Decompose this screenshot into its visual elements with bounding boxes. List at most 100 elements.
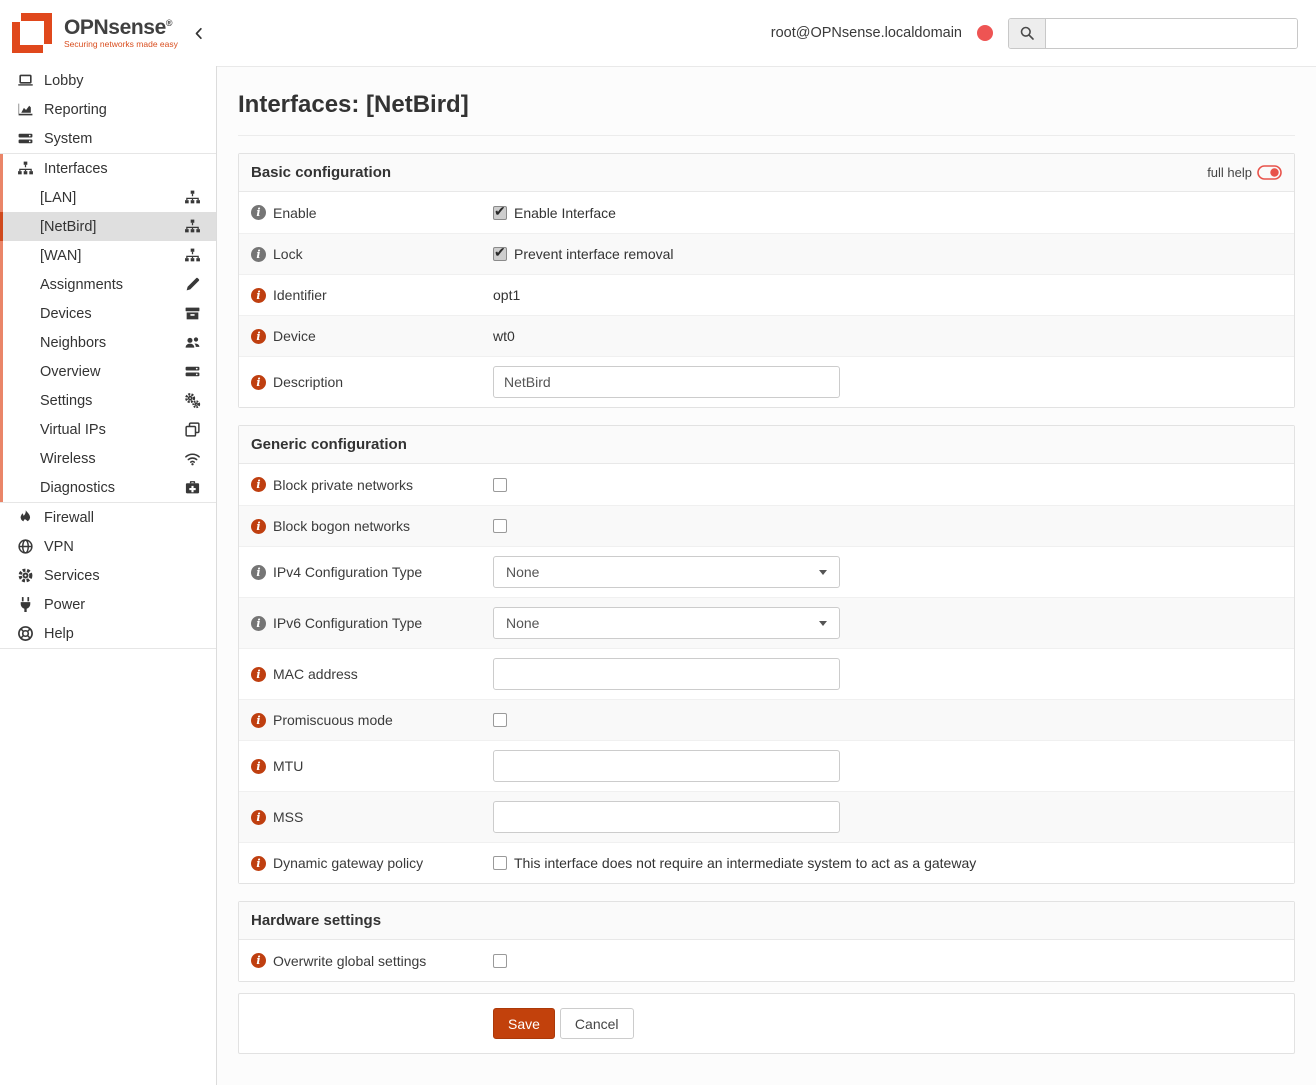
info-icon[interactable]: i	[251, 667, 266, 682]
sidebar-item-help[interactable]: Help	[0, 619, 216, 648]
sidebar-item-lan[interactable]: [LAN]	[0, 183, 216, 212]
ipv4-config-type-select[interactable]: None	[493, 556, 840, 588]
mac-address-input[interactable]	[493, 658, 840, 690]
mtu-input[interactable]	[493, 750, 840, 782]
archive-icon	[182, 305, 202, 322]
checkbox-label: Enable Interface	[514, 205, 616, 221]
form-row-mtu: i MTU	[239, 740, 1294, 791]
sidebar-item-neighbors[interactable]: Neighbors	[0, 328, 216, 357]
sidebar-item-assignments[interactable]: Assignments	[0, 270, 216, 299]
sidebar-item-firewall[interactable]: Firewall	[0, 503, 216, 532]
info-icon[interactable]: i	[251, 375, 266, 390]
brand-tagline: Securing networks made easy	[64, 40, 178, 49]
info-icon[interactable]: i	[251, 953, 266, 968]
sidebar-item-power[interactable]: Power	[0, 590, 216, 619]
search-icon	[1009, 19, 1046, 48]
plug-icon	[15, 596, 35, 613]
sidebar-item-wan[interactable]: [WAN]	[0, 241, 216, 270]
field-label: MTU	[273, 758, 303, 774]
full-help-toggle[interactable]: full help	[1207, 165, 1282, 180]
form-row-dynamic-gateway: iDynamic gateway policy This interface d…	[239, 842, 1294, 883]
save-button[interactable]: Save	[493, 1008, 555, 1039]
logged-in-user: root@OPNsense.localdomain	[771, 25, 962, 41]
ipv6-config-type-select[interactable]: None	[493, 607, 840, 639]
users-icon	[182, 334, 202, 351]
chart-area-icon	[15, 101, 35, 118]
block-private-checkbox[interactable]	[493, 478, 507, 492]
field-label: Identifier	[273, 287, 327, 303]
sitemap-icon	[15, 160, 35, 177]
caret-down-icon	[819, 621, 827, 626]
field-label: Lock	[273, 246, 303, 262]
description-input[interactable]	[493, 366, 840, 398]
info-icon[interactable]: i	[251, 519, 266, 534]
form-row-enable: iEnable Enable Interface	[239, 192, 1294, 233]
wifi-icon	[182, 450, 202, 467]
sidebar-item-virtual-ips[interactable]: Virtual IPs	[0, 415, 216, 444]
laptop-icon	[15, 72, 35, 89]
search-input[interactable]	[1046, 19, 1297, 48]
sidebar-item-interfaces[interactable]: Interfaces	[0, 154, 216, 183]
info-icon[interactable]: i	[251, 288, 266, 303]
collapse-sidebar-icon[interactable]	[192, 26, 207, 41]
brand-text: OPNsense® Securing networks made easy	[64, 17, 178, 49]
sidebar-item-devices[interactable]: Devices	[0, 299, 216, 328]
form-row-promiscuous: iPromiscuous mode	[239, 699, 1294, 740]
field-label: Device	[273, 328, 316, 344]
basic-configuration-panel: Basic configuration full help iEnable En…	[238, 153, 1295, 408]
sidebar-item-system[interactable]: System	[0, 124, 216, 153]
enable-interface-checkbox[interactable]	[493, 206, 507, 220]
prevent-removal-checkbox[interactable]	[493, 247, 507, 261]
section-title: Hardware settings	[251, 912, 381, 929]
selected-value: None	[506, 615, 539, 631]
server-icon	[15, 130, 35, 147]
info-icon[interactable]: i	[251, 759, 266, 774]
overwrite-global-checkbox[interactable]	[493, 954, 507, 968]
sidebar-item-netbird[interactable]: [NetBird]	[0, 212, 216, 241]
sidebar-item-services[interactable]: Services	[0, 561, 216, 590]
toggle-on-icon	[1257, 165, 1282, 180]
panel-header: Hardware settings	[239, 902, 1294, 940]
field-label: MAC address	[273, 666, 358, 682]
info-icon[interactable]: i	[251, 329, 266, 344]
gears-icon	[182, 392, 202, 409]
promiscuous-mode-checkbox[interactable]	[493, 713, 507, 727]
info-icon[interactable]: i	[251, 810, 266, 825]
form-row-block-bogon: iBlock bogon networks	[239, 505, 1294, 546]
dynamic-gateway-checkbox[interactable]	[493, 856, 507, 870]
info-icon[interactable]: i	[251, 616, 266, 631]
checkbox-label: Prevent interface removal	[514, 246, 674, 262]
form-row-mss: i MSS	[239, 791, 1294, 842]
field-label: Dynamic gateway policy	[273, 855, 423, 871]
generic-configuration-panel: Generic configuration iBlock private net…	[238, 425, 1295, 884]
search-box	[1008, 18, 1298, 49]
status-indicator-dot[interactable]	[977, 25, 993, 41]
sidebar-item-overview[interactable]: Overview	[0, 357, 216, 386]
fire-icon	[15, 509, 35, 526]
info-icon[interactable]: i	[251, 477, 266, 492]
sidebar-item-settings[interactable]: Settings	[0, 386, 216, 415]
pencil-icon	[182, 276, 202, 293]
form-row-ipv6-type: i IPv6 Configuration Type None	[239, 597, 1294, 648]
selected-value: None	[506, 564, 539, 580]
cancel-button[interactable]: Cancel	[560, 1008, 634, 1039]
field-label: MSS	[273, 809, 303, 825]
sitemap-icon	[182, 247, 202, 264]
info-icon[interactable]: i	[251, 247, 266, 262]
info-icon[interactable]: i	[251, 205, 266, 220]
sidebar-item-wireless[interactable]: Wireless	[0, 444, 216, 473]
sidebar-item-vpn[interactable]: VPN	[0, 532, 216, 561]
sidebar: Lobby Reporting System Interfaces [LAN] …	[0, 66, 217, 1085]
mss-input[interactable]	[493, 801, 840, 833]
info-icon[interactable]: i	[251, 713, 266, 728]
sitemap-icon	[182, 189, 202, 206]
field-label: IPv6 Configuration Type	[273, 615, 422, 631]
sitemap-icon	[182, 218, 202, 235]
block-bogon-checkbox[interactable]	[493, 519, 507, 533]
sidebar-item-diagnostics[interactable]: Diagnostics	[0, 473, 216, 502]
sidebar-item-reporting[interactable]: Reporting	[0, 95, 216, 124]
identifier-value: opt1	[493, 287, 520, 303]
sidebar-item-lobby[interactable]: Lobby	[0, 66, 216, 95]
info-icon[interactable]: i	[251, 565, 266, 580]
info-icon[interactable]: i	[251, 856, 266, 871]
